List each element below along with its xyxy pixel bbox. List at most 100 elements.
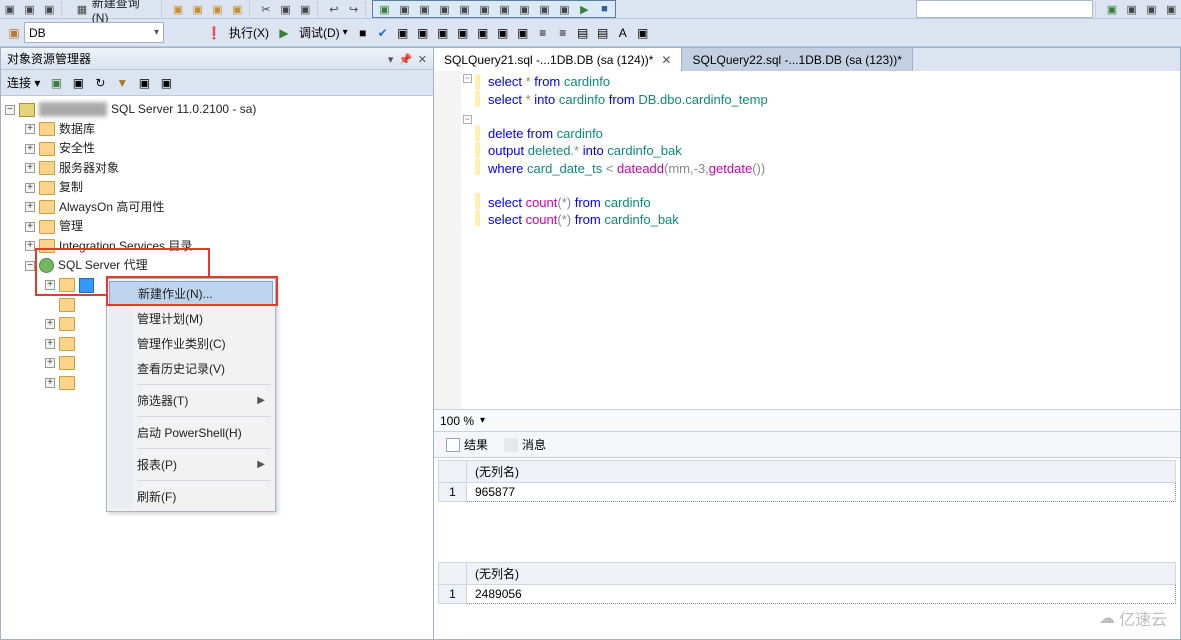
expand-icon[interactable]: +	[25, 202, 35, 212]
tb-icon-16[interactable]: ■	[596, 1, 612, 17]
tree-server-root[interactable]: − ████████ SQL Server 11.0.2100 - sa)	[1, 100, 433, 120]
execute-icon[interactable]: ❗	[206, 25, 222, 41]
expand-icon[interactable]: −	[25, 261, 35, 271]
open-icon[interactable]: ▣	[2, 1, 18, 17]
tb-icon-r3[interactable]: ▣	[1144, 1, 1160, 17]
uncomment-icon[interactable]: ▤	[595, 25, 611, 41]
tab-query-21[interactable]: SQLQuery21.sql -...1DB.DB (sa (124))*✕	[434, 48, 682, 71]
debug-icon[interactable]: ▶	[276, 25, 292, 41]
database-dropdown[interactable]: DB ▾	[24, 22, 164, 43]
find-combo[interactable]	[916, 0, 1093, 18]
tb2-icon-9[interactable]: ▣	[635, 25, 651, 41]
menu-powershell[interactable]: 启动 PowerShell(H)	[109, 420, 273, 445]
tree-node-server-objects[interactable]: +服务器对象	[1, 159, 433, 179]
tb-icon-4[interactable]: ▣	[229, 1, 245, 17]
tb-icon-8[interactable]: ▣	[436, 1, 452, 17]
menu-reports[interactable]: 报表(P)▶	[109, 452, 273, 477]
undo-icon[interactable]: ↩	[326, 1, 342, 17]
sql-editor[interactable]: − − select * from cardinfo select * into…	[434, 71, 1180, 409]
new-query-button[interactable]: ▦ 新建查询(N)	[68, 0, 159, 25]
expand-icon[interactable]: +	[25, 124, 35, 134]
connect-icon-1[interactable]: ▣	[48, 75, 64, 91]
tb-icon-r1[interactable]: ▣	[1104, 1, 1120, 17]
tree-node-databases[interactable]: +数据库	[1, 120, 433, 140]
expand-icon[interactable]: +	[25, 144, 35, 154]
connect-icon-3[interactable]: ▣	[136, 75, 152, 91]
execute-button[interactable]: 执行(X)	[224, 24, 274, 41]
menu-refresh[interactable]: 刷新(F)	[109, 484, 273, 509]
connect-icon-2[interactable]: ▣	[70, 75, 86, 91]
redo-icon[interactable]: ↪	[346, 1, 362, 17]
tb-icon-3[interactable]: ▣	[210, 1, 226, 17]
tb2-icon-4[interactable]: ▣	[455, 25, 471, 41]
result-grid-1[interactable]: (无列名) 1965877	[438, 460, 1176, 502]
tab-messages[interactable]: 消息	[496, 436, 554, 453]
save-all-icon[interactable]: ▣	[41, 1, 57, 17]
results-area[interactable]: (无列名) 1965877 (无列名) 12489056	[434, 458, 1180, 639]
tree-node-sql-agent[interactable]: −SQL Server 代理	[1, 256, 433, 276]
tb-icon-11[interactable]: ▣	[496, 1, 512, 17]
tb-icon-6[interactable]: ▣	[396, 1, 412, 17]
copy-icon[interactable]: ▣	[278, 1, 294, 17]
menu-history[interactable]: 查看历史记录(V)	[109, 356, 273, 381]
zoom-spinner-icon[interactable]: ▾	[480, 415, 485, 426]
close-icon[interactable]: ✕	[418, 54, 427, 66]
tb2-icon-2[interactable]: ▣	[415, 25, 431, 41]
expand-icon[interactable]: +	[45, 319, 55, 329]
menu-new-job[interactable]: 新建作业(N)...	[109, 281, 273, 306]
indent-icon[interactable]: ≡	[535, 25, 551, 41]
tb-icon-2[interactable]: ▣	[190, 1, 206, 17]
tb2-icon-8[interactable]: A	[615, 25, 631, 41]
expand-icon[interactable]: +	[45, 339, 55, 349]
connect-icon-4[interactable]: ▣	[158, 75, 174, 91]
col-header[interactable]: (无列名)	[467, 461, 1176, 483]
tree-node-isc[interactable]: +Integration Services 目录	[1, 237, 433, 257]
parse-icon[interactable]: ✔	[375, 25, 391, 41]
tb-icon-1[interactable]: ▣	[170, 1, 186, 17]
expand-icon[interactable]: +	[25, 183, 35, 193]
tb2-icon-7[interactable]: ▣	[515, 25, 531, 41]
menu-manage-plan[interactable]: 管理计划(M)	[109, 306, 273, 331]
object-explorer-tree[interactable]: − ████████ SQL Server 11.0.2100 - sa) +数…	[1, 96, 433, 639]
expand-icon[interactable]: +	[45, 378, 55, 388]
expand-icon[interactable]: +	[25, 241, 35, 251]
col-header[interactable]: (无列名)	[467, 563, 1176, 585]
context-menu[interactable]: 新建作业(N)... 管理计划(M) 管理作业类别(C) 查看历史记录(V) 筛…	[106, 278, 276, 512]
paste-icon[interactable]: ▣	[297, 1, 313, 17]
tb-icon-13[interactable]: ▣	[536, 1, 552, 17]
tb2-icon-1[interactable]: ▣	[395, 25, 411, 41]
code-area[interactable]: select * from cardinfo select * into car…	[482, 71, 1180, 409]
comment-icon[interactable]: ▤	[575, 25, 591, 41]
filter-icon[interactable]: ▼	[114, 75, 130, 91]
tb-icon-r4[interactable]: ▣	[1163, 1, 1179, 17]
row-number[interactable]: 1	[439, 585, 467, 604]
menu-manage-category[interactable]: 管理作业类别(C)	[109, 331, 273, 356]
tree-node-management[interactable]: +管理	[1, 217, 433, 237]
tb-icon-15[interactable]: ▶	[576, 1, 592, 17]
cut-icon[interactable]: ✂	[258, 1, 274, 17]
expand-icon[interactable]: −	[5, 105, 15, 115]
save-icon[interactable]: ▣	[22, 1, 38, 17]
result-grid-2[interactable]: (无列名) 12489056	[438, 562, 1176, 604]
tb-icon-9[interactable]: ▣	[456, 1, 472, 17]
tree-node-security[interactable]: +安全性	[1, 139, 433, 159]
menu-filter[interactable]: 筛选器(T)▶	[109, 388, 273, 413]
tb-icon-7[interactable]: ▣	[416, 1, 432, 17]
stop-icon[interactable]: ■	[355, 25, 371, 41]
pin-icon[interactable]: 📌	[399, 54, 413, 66]
expand-icon[interactable]: +	[25, 163, 35, 173]
row-number[interactable]: 1	[439, 483, 467, 502]
zoom-level[interactable]: 100 %	[440, 414, 474, 428]
debug-button[interactable]: 调试(D) ▾	[294, 24, 353, 41]
tb-icon-r2[interactable]: ▣	[1124, 1, 1140, 17]
tb-icon-5[interactable]: ▣	[376, 1, 392, 17]
tb-icon-14[interactable]: ▣	[556, 1, 572, 17]
tb2-icon-6[interactable]: ▣	[495, 25, 511, 41]
fold-icon[interactable]: −	[463, 115, 472, 124]
tab-results[interactable]: 结果	[438, 436, 496, 453]
tree-node-alwayson[interactable]: +AlwaysOn 高可用性	[1, 198, 433, 218]
tb2-icon-3[interactable]: ▣	[435, 25, 451, 41]
expand-icon[interactable]: +	[45, 358, 55, 368]
expand-icon[interactable]: +	[25, 222, 35, 232]
cell-value[interactable]: 2489056	[467, 585, 1176, 604]
